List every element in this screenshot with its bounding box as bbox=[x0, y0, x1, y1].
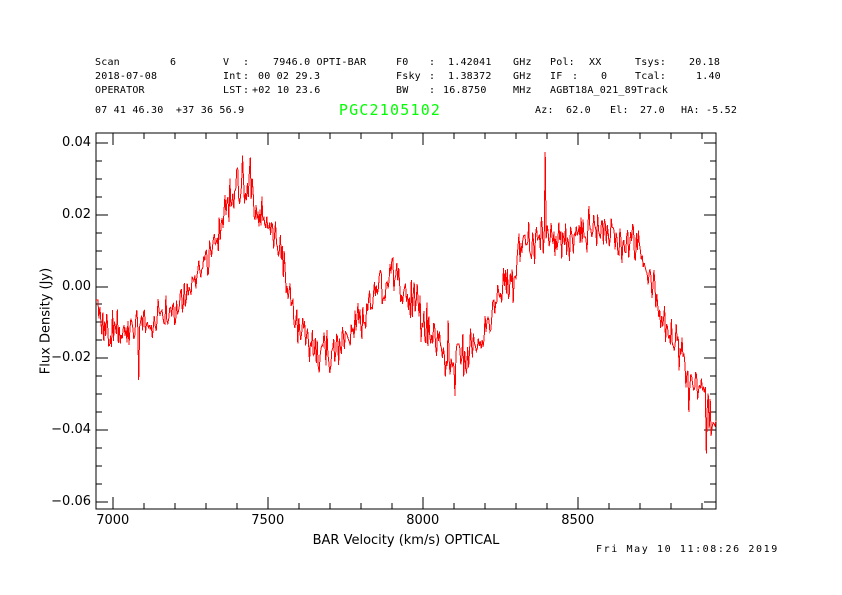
x-tick-label: 8000 bbox=[406, 513, 439, 528]
y-tick-label: 0.02 bbox=[62, 207, 91, 222]
y-tick-label: 0.00 bbox=[62, 279, 91, 294]
x-tick-label: 7500 bbox=[251, 513, 284, 528]
plot-timestamp: Fri May 10 11:08:26 2019 bbox=[596, 544, 779, 555]
gbtidl-plotter-window: Scan 6 V : 7946.0 OPTI-BAR F0 : 1.42041 … bbox=[0, 0, 842, 595]
y-tick-label: −0.06 bbox=[51, 494, 91, 509]
x-tick-label: 7000 bbox=[96, 513, 129, 528]
spectrum-plot[interactable] bbox=[0, 0, 842, 595]
x-axis-title: BAR Velocity (km/s) OPTICAL bbox=[313, 533, 500, 548]
y-tick-label: −0.02 bbox=[51, 350, 91, 365]
x-tick-label: 8500 bbox=[561, 513, 594, 528]
y-tick-label: −0.04 bbox=[51, 422, 91, 437]
y-tick-label: 0.04 bbox=[62, 135, 91, 150]
